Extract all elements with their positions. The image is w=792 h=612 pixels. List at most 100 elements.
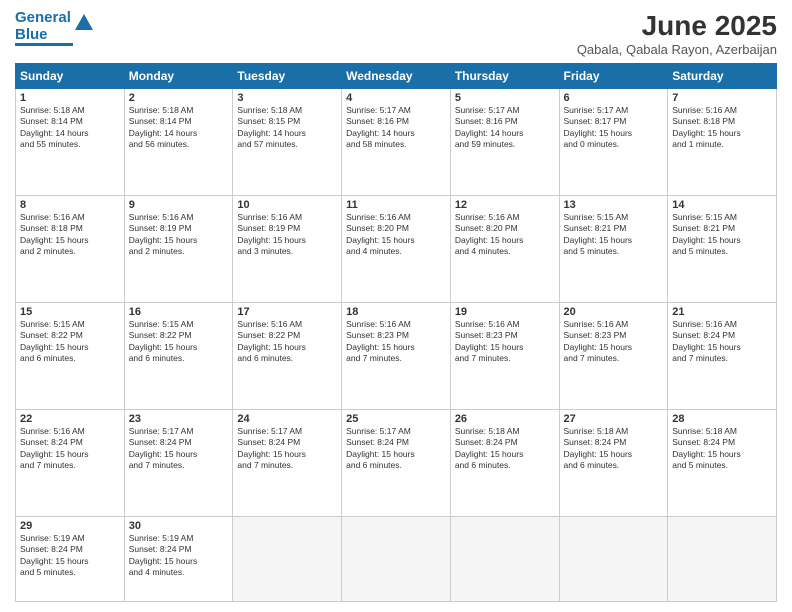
day-info: Sunrise: 5:19 AMSunset: 8:24 PMDaylight:… — [129, 533, 229, 579]
day-cell: 19 Sunrise: 5:16 AMSunset: 8:23 PMDaylig… — [450, 302, 559, 409]
calendar-table: Sunday Monday Tuesday Wednesday Thursday… — [15, 63, 777, 602]
month-title: June 2025 — [577, 10, 777, 42]
day-cell: 30 Sunrise: 5:19 AMSunset: 8:24 PMDaylig… — [124, 516, 233, 601]
day-info: Sunrise: 5:17 AMSunset: 8:24 PMDaylight:… — [346, 426, 446, 472]
day-number: 30 — [129, 520, 229, 532]
day-info: Sunrise: 5:16 AMSunset: 8:19 PMDaylight:… — [237, 212, 337, 258]
col-sunday: Sunday — [16, 64, 125, 89]
day-number: 21 — [672, 306, 772, 318]
day-cell: 17 Sunrise: 5:16 AMSunset: 8:22 PMDaylig… — [233, 302, 342, 409]
page: GeneralBlue June 2025 Qabala, Qabala Ray… — [0, 0, 792, 612]
day-number: 14 — [672, 199, 772, 211]
day-info: Sunrise: 5:16 AMSunset: 8:19 PMDaylight:… — [129, 212, 229, 258]
day-number: 28 — [672, 413, 772, 425]
day-number: 6 — [564, 92, 664, 104]
day-info: Sunrise: 5:17 AMSunset: 8:24 PMDaylight:… — [129, 426, 229, 472]
day-info: Sunrise: 5:19 AMSunset: 8:24 PMDaylight:… — [20, 533, 120, 579]
day-number: 5 — [455, 92, 555, 104]
day-number: 29 — [20, 520, 120, 532]
day-info: Sunrise: 5:17 AMSunset: 8:17 PMDaylight:… — [564, 105, 664, 151]
day-number: 10 — [237, 199, 337, 211]
header: GeneralBlue June 2025 Qabala, Qabala Ray… — [15, 10, 777, 57]
day-cell: 10 Sunrise: 5:16 AMSunset: 8:19 PMDaylig… — [233, 195, 342, 302]
table-row: 22 Sunrise: 5:16 AMSunset: 8:24 PMDaylig… — [16, 409, 777, 516]
day-number: 9 — [129, 199, 229, 211]
day-number: 1 — [20, 92, 120, 104]
day-cell: 14 Sunrise: 5:15 AMSunset: 8:21 PMDaylig… — [668, 195, 777, 302]
day-info: Sunrise: 5:16 AMSunset: 8:20 PMDaylight:… — [346, 212, 446, 258]
table-row: 1 Sunrise: 5:18 AMSunset: 8:14 PMDayligh… — [16, 89, 777, 196]
logo-underline — [15, 43, 73, 46]
day-number: 12 — [455, 199, 555, 211]
col-saturday: Saturday — [668, 64, 777, 89]
col-thursday: Thursday — [450, 64, 559, 89]
day-number: 23 — [129, 413, 229, 425]
day-number: 16 — [129, 306, 229, 318]
day-cell: 24 Sunrise: 5:17 AMSunset: 8:24 PMDaylig… — [233, 409, 342, 516]
logo: GeneralBlue — [15, 10, 95, 46]
day-info: Sunrise: 5:16 AMSunset: 8:23 PMDaylight:… — [455, 319, 555, 365]
day-cell: 12 Sunrise: 5:16 AMSunset: 8:20 PMDaylig… — [450, 195, 559, 302]
day-cell: 8 Sunrise: 5:16 AMSunset: 8:18 PMDayligh… — [16, 195, 125, 302]
table-row: 15 Sunrise: 5:15 AMSunset: 8:22 PMDaylig… — [16, 302, 777, 409]
day-number: 13 — [564, 199, 664, 211]
calendar-header-row: Sunday Monday Tuesday Wednesday Thursday… — [16, 64, 777, 89]
day-number: 25 — [346, 413, 446, 425]
empty-cell — [233, 516, 342, 601]
day-number: 7 — [672, 92, 772, 104]
empty-cell — [559, 516, 668, 601]
day-cell: 9 Sunrise: 5:16 AMSunset: 8:19 PMDayligh… — [124, 195, 233, 302]
day-number: 18 — [346, 306, 446, 318]
col-friday: Friday — [559, 64, 668, 89]
day-info: Sunrise: 5:18 AMSunset: 8:24 PMDaylight:… — [455, 426, 555, 472]
logo-text: GeneralBlue — [15, 10, 71, 43]
day-cell: 18 Sunrise: 5:16 AMSunset: 8:23 PMDaylig… — [342, 302, 451, 409]
day-info: Sunrise: 5:17 AMSunset: 8:16 PMDaylight:… — [455, 105, 555, 151]
day-info: Sunrise: 5:16 AMSunset: 8:18 PMDaylight:… — [20, 212, 120, 258]
day-cell: 22 Sunrise: 5:16 AMSunset: 8:24 PMDaylig… — [16, 409, 125, 516]
location: Qabala, Qabala Rayon, Azerbaijan — [577, 42, 777, 57]
day-cell: 20 Sunrise: 5:16 AMSunset: 8:23 PMDaylig… — [559, 302, 668, 409]
day-info: Sunrise: 5:15 AMSunset: 8:22 PMDaylight:… — [20, 319, 120, 365]
day-info: Sunrise: 5:18 AMSunset: 8:14 PMDaylight:… — [20, 105, 120, 151]
title-area: June 2025 Qabala, Qabala Rayon, Azerbaij… — [577, 10, 777, 57]
day-info: Sunrise: 5:16 AMSunset: 8:24 PMDaylight:… — [20, 426, 120, 472]
table-row: 8 Sunrise: 5:16 AMSunset: 8:18 PMDayligh… — [16, 195, 777, 302]
day-cell: 25 Sunrise: 5:17 AMSunset: 8:24 PMDaylig… — [342, 409, 451, 516]
day-info: Sunrise: 5:15 AMSunset: 8:21 PMDaylight:… — [672, 212, 772, 258]
day-info: Sunrise: 5:18 AMSunset: 8:24 PMDaylight:… — [672, 426, 772, 472]
day-number: 17 — [237, 306, 337, 318]
day-number: 24 — [237, 413, 337, 425]
day-info: Sunrise: 5:18 AMSunset: 8:14 PMDaylight:… — [129, 105, 229, 151]
day-cell: 21 Sunrise: 5:16 AMSunset: 8:24 PMDaylig… — [668, 302, 777, 409]
day-number: 2 — [129, 92, 229, 104]
day-cell: 11 Sunrise: 5:16 AMSunset: 8:20 PMDaylig… — [342, 195, 451, 302]
day-info: Sunrise: 5:18 AMSunset: 8:15 PMDaylight:… — [237, 105, 337, 151]
col-monday: Monday — [124, 64, 233, 89]
day-number: 3 — [237, 92, 337, 104]
day-info: Sunrise: 5:17 AMSunset: 8:16 PMDaylight:… — [346, 105, 446, 151]
day-cell: 4 Sunrise: 5:17 AMSunset: 8:16 PMDayligh… — [342, 89, 451, 196]
day-number: 26 — [455, 413, 555, 425]
day-number: 20 — [564, 306, 664, 318]
day-cell: 27 Sunrise: 5:18 AMSunset: 8:24 PMDaylig… — [559, 409, 668, 516]
day-number: 19 — [455, 306, 555, 318]
day-info: Sunrise: 5:16 AMSunset: 8:20 PMDaylight:… — [455, 212, 555, 258]
day-info: Sunrise: 5:18 AMSunset: 8:24 PMDaylight:… — [564, 426, 664, 472]
empty-cell — [668, 516, 777, 601]
day-cell: 5 Sunrise: 5:17 AMSunset: 8:16 PMDayligh… — [450, 89, 559, 196]
day-info: Sunrise: 5:15 AMSunset: 8:21 PMDaylight:… — [564, 212, 664, 258]
day-number: 22 — [20, 413, 120, 425]
day-cell: 7 Sunrise: 5:16 AMSunset: 8:18 PMDayligh… — [668, 89, 777, 196]
day-info: Sunrise: 5:16 AMSunset: 8:24 PMDaylight:… — [672, 319, 772, 365]
day-info: Sunrise: 5:17 AMSunset: 8:24 PMDaylight:… — [237, 426, 337, 472]
logo-icon — [73, 12, 95, 34]
empty-cell — [450, 516, 559, 601]
col-wednesday: Wednesday — [342, 64, 451, 89]
day-cell: 3 Sunrise: 5:18 AMSunset: 8:15 PMDayligh… — [233, 89, 342, 196]
day-cell: 16 Sunrise: 5:15 AMSunset: 8:22 PMDaylig… — [124, 302, 233, 409]
day-cell: 26 Sunrise: 5:18 AMSunset: 8:24 PMDaylig… — [450, 409, 559, 516]
table-row: 29 Sunrise: 5:19 AMSunset: 8:24 PMDaylig… — [16, 516, 777, 601]
day-number: 4 — [346, 92, 446, 104]
day-info: Sunrise: 5:16 AMSunset: 8:23 PMDaylight:… — [564, 319, 664, 365]
